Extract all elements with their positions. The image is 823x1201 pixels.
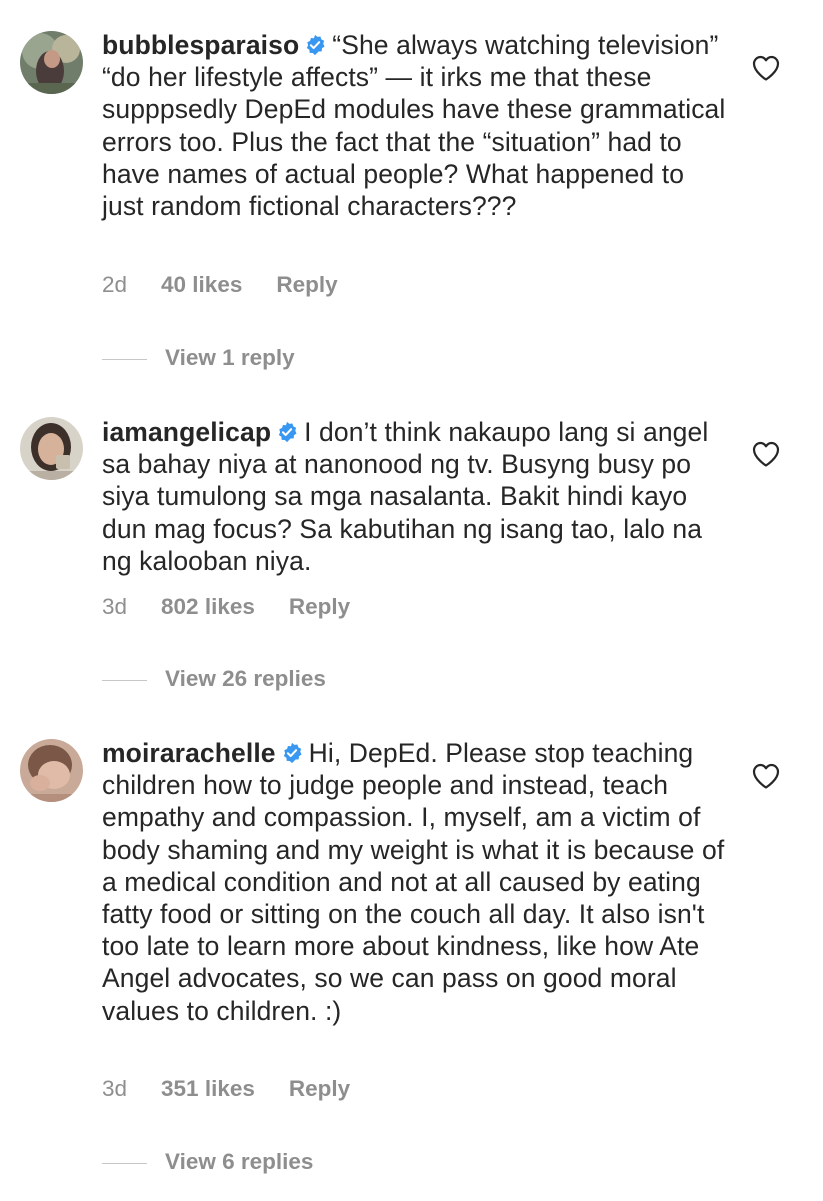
- comment-text-block: iamangelicap I don’t think nakaupo lang s…: [102, 416, 727, 577]
- divider-line: [102, 679, 147, 681]
- verified-badge-icon: [281, 742, 303, 764]
- comment-time: 3d: [102, 1076, 128, 1101]
- comment-body: Hi, DepEd. Please stop teaching children…: [102, 738, 725, 1026]
- comment-likes[interactable]: 351 likes: [161, 1076, 255, 1102]
- comment-time: 2d: [102, 272, 128, 297]
- view-replies-button[interactable]: View 6 replies: [102, 1149, 313, 1175]
- comment-text-block: bubblesparaiso “She always watching telev…: [102, 29, 727, 222]
- comment-username[interactable]: iamangelicap: [102, 417, 271, 447]
- avatar[interactable]: [20, 417, 83, 480]
- divider-line: [102, 1162, 147, 1164]
- comment-username[interactable]: moirarachelle: [102, 738, 276, 768]
- comment-username[interactable]: bubblesparaiso: [102, 30, 299, 60]
- comment-likes[interactable]: 802 likes: [161, 594, 255, 620]
- verified-badge-icon: [304, 34, 326, 56]
- heart-outline-icon[interactable]: [752, 441, 780, 467]
- comment-time: 3d: [102, 594, 128, 619]
- comment-text-block: moirarachelle Hi, DepEd. Please stop teac…: [102, 737, 727, 1027]
- comment-meta: 3d 802 likes Reply: [102, 594, 350, 620]
- comment-likes[interactable]: 40 likes: [161, 272, 242, 298]
- verified-badge-icon: [276, 421, 298, 443]
- view-replies-label: View 6 replies: [165, 1149, 314, 1174]
- avatar[interactable]: [20, 31, 83, 94]
- view-replies-label: View 1 reply: [165, 345, 295, 370]
- heart-outline-icon[interactable]: [752, 55, 780, 81]
- comment-meta: 3d 351 likes Reply: [102, 1076, 350, 1102]
- heart-outline-icon[interactable]: [752, 763, 780, 789]
- divider-line: [102, 358, 147, 360]
- reply-button[interactable]: Reply: [289, 594, 350, 620]
- view-replies-button[interactable]: View 26 replies: [102, 666, 326, 692]
- view-replies-button[interactable]: View 1 reply: [102, 345, 295, 371]
- reply-button[interactable]: Reply: [289, 1076, 350, 1102]
- avatar[interactable]: [20, 739, 83, 802]
- view-replies-label: View 26 replies: [165, 666, 326, 691]
- reply-button[interactable]: Reply: [276, 272, 337, 298]
- comment-meta: 2d 40 likes Reply: [102, 272, 338, 298]
